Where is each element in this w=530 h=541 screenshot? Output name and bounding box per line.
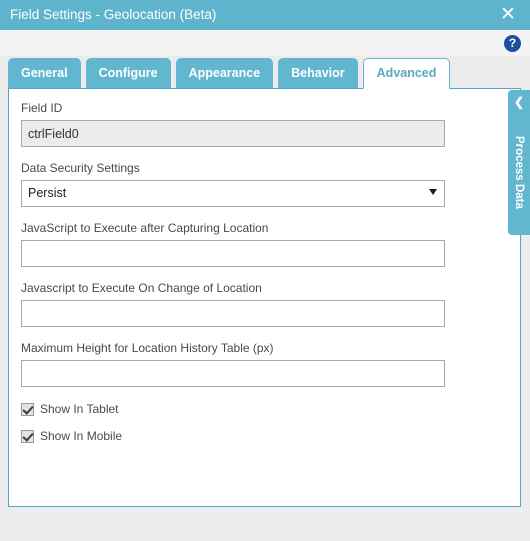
close-icon[interactable]: ✕ (494, 0, 522, 30)
tab-appearance[interactable]: Appearance (175, 58, 274, 89)
tab-configure[interactable]: Configure (85, 58, 171, 89)
show-in-tablet-row: Show In Tablet (21, 401, 451, 417)
js-on-change-input[interactable] (21, 300, 445, 327)
field-settings-dialog: Field Settings - Geolocation (Beta) ✕ ? … (0, 0, 530, 541)
show-in-mobile-label[interactable]: Show In Mobile (40, 429, 122, 443)
max-height-input[interactable] (21, 360, 445, 387)
show-in-mobile-checkbox[interactable] (21, 429, 34, 443)
show-in-mobile-row: Show In Mobile (21, 428, 451, 444)
help-icon[interactable]: ? (504, 35, 521, 52)
data-security-select-wrap: Persist (21, 180, 445, 207)
show-in-tablet-checkbox[interactable] (21, 402, 34, 416)
show-in-tablet-label[interactable]: Show In Tablet (40, 402, 119, 416)
dialog-title: Field Settings - Geolocation (Beta) (10, 7, 217, 22)
process-data-label: Process Data (513, 135, 525, 209)
tab-general[interactable]: General (8, 58, 81, 89)
js-on-change-label: Javascript to Execute On Change of Locat… (21, 281, 262, 295)
data-security-label: Data Security Settings (21, 161, 140, 175)
dialog-titlebar: Field Settings - Geolocation (Beta) ✕ (0, 0, 530, 30)
dialog-subheader: ? (0, 30, 530, 56)
tab-behavior[interactable]: Behavior (278, 58, 358, 89)
js-after-capture-label: JavaScript to Execute after Capturing Lo… (21, 221, 269, 235)
tab-strip: General Configure Appearance Behavior Ad… (8, 58, 522, 89)
process-data-side-tab[interactable]: ❮ Process Data (508, 90, 530, 235)
tab-advanced[interactable]: Advanced (362, 58, 451, 89)
js-after-capture-input[interactable] (21, 240, 445, 267)
field-id-label: Field ID (21, 101, 63, 115)
max-height-label: Maximum Height for Location History Tabl… (21, 341, 274, 355)
advanced-tab-panel: Field ID Data Security Settings Persist … (8, 88, 521, 507)
chevron-left-icon: ❮ (513, 95, 525, 109)
dialog-footer (0, 508, 530, 541)
data-security-select[interactable]: Persist (21, 180, 445, 207)
advanced-settings-form: Field ID Data Security Settings Persist … (21, 101, 451, 455)
field-id-input[interactable] (21, 120, 445, 147)
